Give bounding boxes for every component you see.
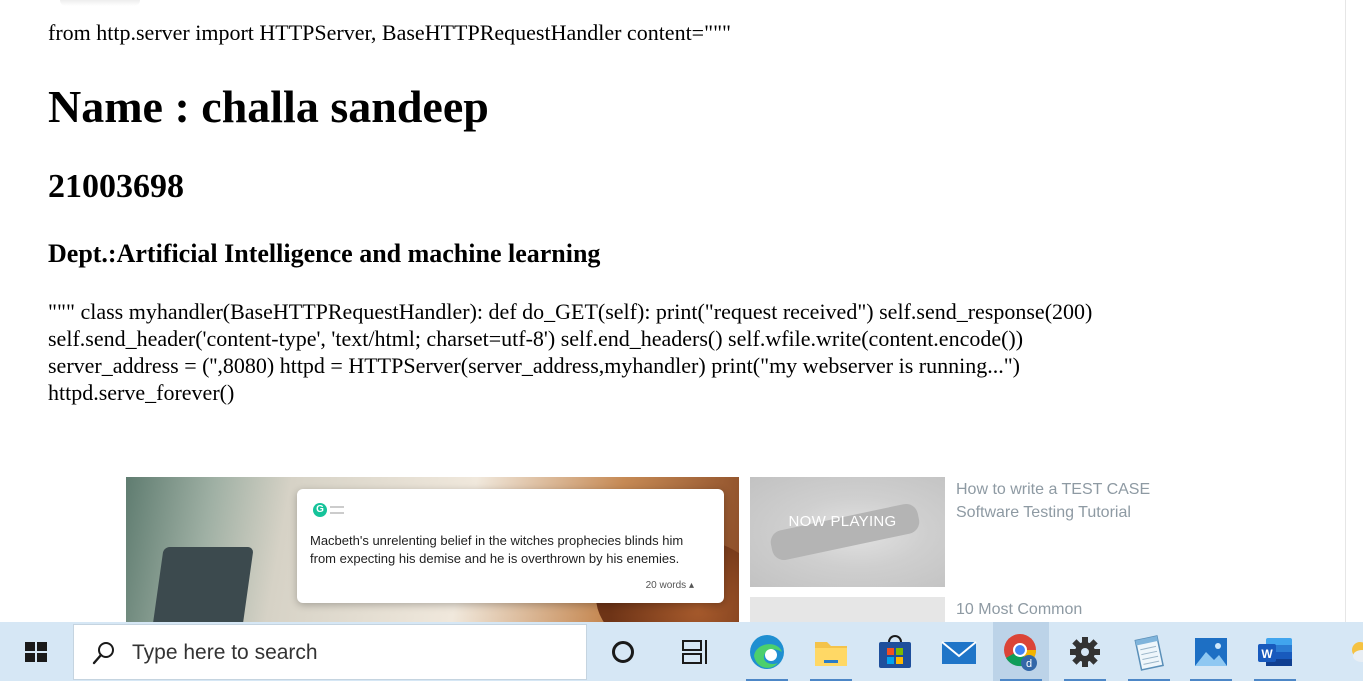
word-button[interactable]: W bbox=[1254, 630, 1296, 681]
search-icon bbox=[92, 642, 114, 665]
file-explorer-button[interactable] bbox=[810, 630, 852, 681]
page-scrollbar[interactable] bbox=[1345, 0, 1363, 622]
chrome-button[interactable]: d bbox=[993, 622, 1049, 681]
microsoft-store-button[interactable] bbox=[874, 630, 916, 674]
notepad-button[interactable] bbox=[1128, 630, 1170, 681]
code-line: """ class myhandler(BaseHTTPRequestHandl… bbox=[48, 299, 1093, 324]
edge-button[interactable] bbox=[746, 630, 788, 681]
cortana-button[interactable] bbox=[602, 630, 644, 674]
now-playing-label: NOW PLAYING bbox=[788, 513, 897, 530]
thumbnail-hand-shape bbox=[768, 501, 922, 563]
code-paragraph: """ class myhandler(BaseHTTPRequestHandl… bbox=[48, 298, 1268, 406]
word-icon: W bbox=[1258, 638, 1292, 666]
search-placeholder: Type here to search bbox=[132, 641, 318, 664]
file-explorer-icon bbox=[815, 642, 847, 666]
settings-icon bbox=[1070, 637, 1100, 667]
video-title-link[interactable]: 10 Most Common bbox=[956, 598, 1082, 621]
weather-icon[interactable] bbox=[1346, 638, 1363, 666]
video-thumbnail[interactable] bbox=[750, 597, 945, 622]
chrome-icon: d bbox=[1004, 634, 1037, 671]
menu-lines-icon bbox=[330, 506, 344, 514]
video-title-line: Software Testing Tutorial bbox=[956, 504, 1131, 521]
word-count-label: 20 words ▴ bbox=[646, 580, 694, 591]
department-heading: Dept.:Artificial Intelligence and machin… bbox=[48, 239, 601, 268]
svg-text:W: W bbox=[1261, 647, 1273, 661]
ad-laptop-shape bbox=[148, 547, 254, 622]
video-thumbnail-now-playing[interactable]: NOW PLAYING bbox=[750, 477, 945, 587]
name-heading: Name : challa sandeep bbox=[48, 81, 489, 132]
video-title-line: How to write a TEST CASE bbox=[956, 481, 1151, 498]
taskbar: Type here to search d W bbox=[0, 622, 1363, 681]
mail-button[interactable] bbox=[938, 630, 980, 674]
ad-grammar-card: G Macbeth's unrelenting belief in the wi… bbox=[297, 489, 724, 603]
grammarly-logo-icon: G bbox=[313, 503, 327, 517]
sun-cloud-icon bbox=[1352, 642, 1363, 662]
import-statement-text: from http.server import HTTPServer, Base… bbox=[48, 20, 732, 45]
svg-text:d: d bbox=[1026, 658, 1032, 670]
microsoft-store-icon bbox=[879, 635, 911, 668]
task-view-icon bbox=[682, 640, 707, 664]
roll-number-heading: 21003698 bbox=[48, 168, 184, 205]
mail-icon bbox=[941, 641, 977, 664]
photos-icon bbox=[1195, 638, 1227, 666]
page-top-shadow bbox=[60, 0, 140, 6]
code-line: self.send_header('content-type', 'text/h… bbox=[48, 326, 1024, 351]
word-count-arrow-icon: ▴ bbox=[688, 580, 694, 591]
edge-icon bbox=[750, 635, 784, 669]
taskbar-search-box[interactable]: Type here to search bbox=[73, 624, 587, 680]
browser-page: from http.server import HTTPServer, Base… bbox=[0, 0, 1345, 622]
start-icon bbox=[25, 642, 47, 662]
ad-video-player[interactable]: G Macbeth's unrelenting belief in the wi… bbox=[126, 477, 739, 622]
video-title-link[interactable]: How to write a TEST CASE Software Testin… bbox=[956, 478, 1150, 524]
code-line: server_address = ('',8080) httpd = HTTPS… bbox=[48, 353, 1020, 378]
code-line: httpd.serve_forever() bbox=[48, 380, 235, 405]
word-count-text: 20 words bbox=[645, 580, 687, 591]
start-button[interactable] bbox=[0, 622, 72, 681]
video-title-line: 10 Most Common bbox=[956, 601, 1083, 618]
task-view-button[interactable] bbox=[674, 630, 716, 674]
ad-card-text: Macbeth's unrelenting belief in the witc… bbox=[310, 533, 684, 566]
notepad-icon bbox=[1134, 635, 1164, 671]
cortana-icon bbox=[612, 641, 634, 663]
photos-button[interactable] bbox=[1190, 630, 1232, 681]
settings-button[interactable] bbox=[1064, 630, 1106, 681]
